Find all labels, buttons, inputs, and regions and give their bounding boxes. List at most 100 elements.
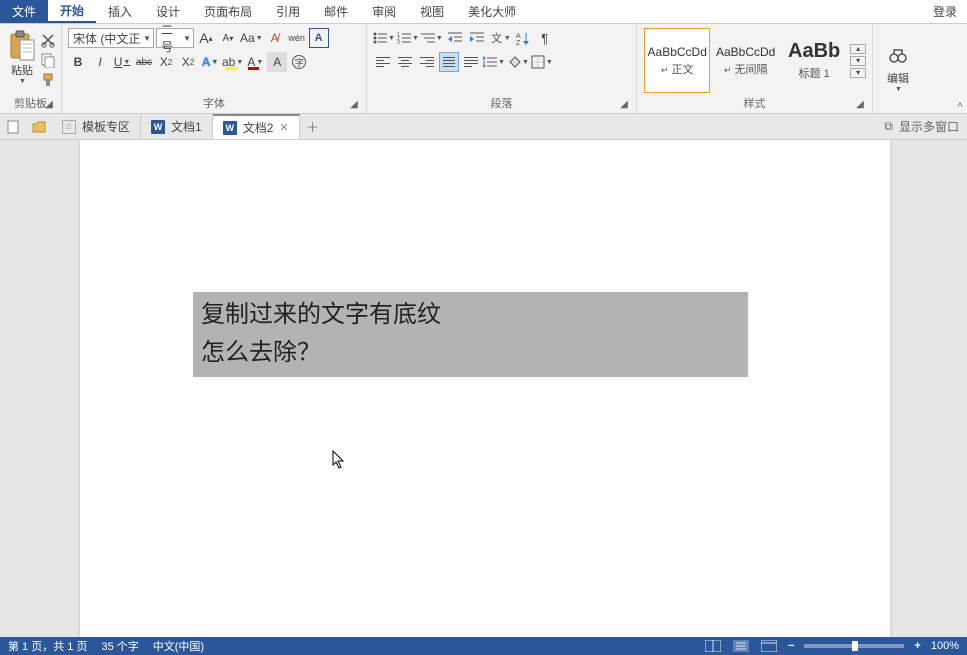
styles-gallery-scroll: ▴ ▾ ▾ (850, 28, 866, 93)
show-marks-button[interactable]: ¶ (535, 28, 555, 48)
style-preview: AaBbCcDd (648, 45, 707, 59)
multiwindow-label[interactable]: 显示多窗口 (899, 118, 959, 135)
menu-references[interactable]: 引用 (264, 0, 312, 23)
superscript-button[interactable]: X2 (178, 52, 198, 72)
line-spacing-button[interactable]: ▼ (483, 52, 505, 72)
text-direction-button[interactable]: 文▼ (489, 28, 511, 48)
font-size-value: 二号 (161, 21, 183, 55)
new-doc-button[interactable] (0, 114, 26, 139)
menu-beautify[interactable]: 美化大师 (456, 0, 528, 23)
multilevel-list-button[interactable]: ▼ (421, 28, 443, 48)
find-button[interactable] (888, 46, 908, 66)
borders-button[interactable]: ▼ (531, 52, 553, 72)
font-name-combo[interactable]: 宋体 (中文正▼ (68, 28, 154, 48)
italic-button[interactable]: I (90, 52, 110, 72)
tab-doc1[interactable]: W 文档1 (141, 114, 213, 139)
styles-up-button[interactable]: ▴ (850, 44, 866, 54)
shrink-font-icon: A (223, 33, 230, 44)
underline-button[interactable]: U▼ (112, 52, 132, 72)
open-folder-button[interactable] (26, 114, 52, 139)
tab-doc2[interactable]: W 文档2 ✕ (213, 114, 300, 139)
clipboard-dialog-launcher[interactable]: ◢ (43, 99, 55, 111)
styles-more-button[interactable]: ▾ (850, 68, 866, 78)
numbering-button[interactable]: 123▼ (397, 28, 419, 48)
align-distribute-button[interactable] (461, 52, 481, 72)
view-read-mode[interactable] (704, 639, 722, 653)
align-justify-button[interactable] (439, 52, 459, 72)
copy-button[interactable] (40, 52, 56, 68)
font-size-combo[interactable]: 二号▼ (156, 28, 194, 48)
login-link[interactable]: 登录 (923, 0, 967, 23)
selected-text-block[interactable]: 复制过来的文字有底纹 怎么去除？ (193, 292, 748, 377)
char-shading-button[interactable]: A (267, 52, 287, 72)
zoom-out-button[interactable]: − (788, 640, 794, 652)
close-tab-button[interactable]: ✕ (279, 121, 288, 134)
sort-button[interactable]: AZ (513, 28, 533, 48)
read-icon (705, 640, 721, 652)
editing-label[interactable]: 编辑 (887, 70, 909, 86)
menu-review[interactable]: 审阅 (360, 0, 408, 23)
tab-label: 模板专区 (82, 118, 130, 135)
enclosed-char-button[interactable]: 字 (289, 52, 309, 72)
page[interactable]: 复制过来的文字有底纹 怎么去除？ (80, 140, 890, 637)
shading-button[interactable]: ▼ (507, 52, 529, 72)
text-effects-button[interactable]: A▼ (200, 52, 220, 72)
doc-line[interactable]: 怎么去除？ (201, 334, 740, 372)
format-painter-button[interactable] (40, 72, 56, 88)
phonetic-guide-button[interactable]: wén (287, 28, 307, 48)
align-right-button[interactable] (417, 52, 437, 72)
underline-icon: U (114, 55, 123, 69)
outdent-icon (448, 31, 462, 45)
status-language[interactable]: 中文(中国) (153, 638, 204, 654)
style-heading1[interactable]: AaBb 标题 1 (781, 28, 847, 93)
status-page[interactable]: 第 1 页，共 1 页 (8, 638, 87, 654)
multiwindow-icon[interactable]: ⧉ (884, 119, 893, 134)
menu-insert[interactable]: 插入 (96, 0, 144, 23)
subscript-button[interactable]: X2 (156, 52, 176, 72)
bullets-button[interactable]: ▼ (373, 28, 395, 48)
paste-button[interactable]: 粘贴 ▼ (6, 28, 38, 87)
zoom-slider[interactable] (804, 644, 904, 648)
menu-home[interactable]: 开始 (48, 0, 96, 23)
font-color-button[interactable]: A▼ (245, 52, 265, 72)
group-styles: AaBbCcDd ↵ 正文 AaBbCcDd ↵ 无间隔 AaBb 标题 1 ▴… (637, 24, 873, 113)
clear-format-button[interactable]: A̸ (265, 28, 285, 48)
menu-mail[interactable]: 邮件 (312, 0, 360, 23)
shrink-font-button[interactable]: A▾ (218, 28, 238, 48)
change-case-button[interactable]: Aa▼ (240, 28, 263, 48)
grow-font-button[interactable]: A▴ (196, 28, 216, 48)
menu-layout[interactable]: 页面布局 (192, 0, 264, 23)
style-normal[interactable]: AaBbCcDd ↵ 正文 (644, 28, 710, 93)
font-dialog-launcher[interactable]: ◢ (348, 99, 360, 111)
bold-button[interactable]: B (68, 52, 88, 72)
zoom-in-button[interactable]: + (914, 640, 920, 652)
zoom-thumb[interactable] (852, 641, 858, 651)
cut-button[interactable] (40, 32, 56, 48)
decrease-indent-button[interactable] (445, 28, 465, 48)
collapse-ribbon-button[interactable]: ˄ (957, 100, 963, 111)
menu-view[interactable]: 视图 (408, 0, 456, 23)
view-print-layout[interactable] (732, 639, 750, 653)
paragraph-dialog-launcher[interactable]: ◢ (618, 99, 630, 111)
strike-button[interactable]: abc (134, 52, 154, 72)
highlight-button[interactable]: ab▼ (222, 52, 243, 72)
align-left-button[interactable] (373, 52, 393, 72)
doc-line[interactable]: 复制过来的文字有底纹 (201, 296, 740, 334)
new-tab-button[interactable]: ＋ (300, 114, 326, 139)
view-web-layout[interactable] (760, 639, 778, 653)
document-area[interactable]: 复制过来的文字有底纹 怎么去除？ (0, 140, 967, 637)
styles-dialog-launcher[interactable]: ◢ (854, 99, 866, 111)
align-center-button[interactable] (395, 52, 415, 72)
tab-template-zone[interactable]: ⌂ 模板专区 (52, 114, 141, 139)
increase-indent-button[interactable] (467, 28, 487, 48)
styles-down-button[interactable]: ▾ (850, 56, 866, 66)
char-border-button[interactable]: A (309, 28, 329, 48)
menu-design[interactable]: 设计 (144, 0, 192, 23)
zoom-level[interactable]: 100% (931, 640, 959, 652)
menu-file[interactable]: 文件 (0, 0, 48, 23)
home-icon: ⌂ (62, 120, 76, 134)
style-nospacing[interactable]: AaBbCcDd ↵ 无间隔 (712, 28, 778, 93)
word-icon: W (151, 120, 165, 134)
grow-font-icon: A (199, 30, 208, 46)
status-word-count[interactable]: 35 个字 (101, 638, 138, 654)
